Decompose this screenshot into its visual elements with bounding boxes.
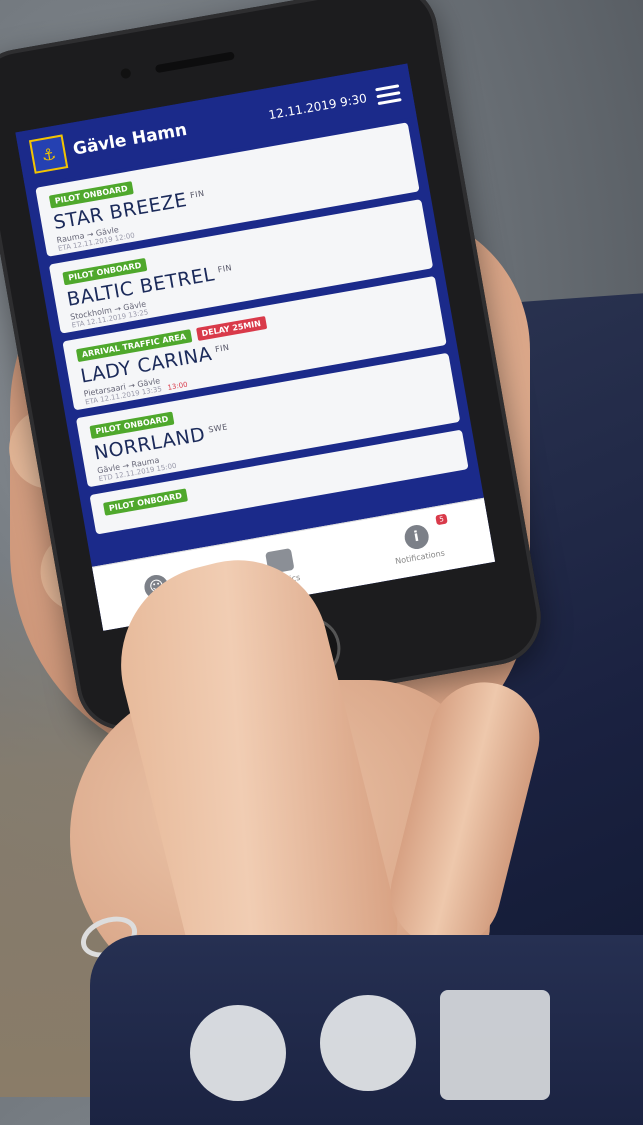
hamburger-menu-icon[interactable]	[375, 83, 402, 105]
tab-label: Notifications	[394, 547, 446, 566]
header-datetime: 12.11.2019 9:30	[267, 91, 368, 123]
sleeve-patch-2	[320, 995, 416, 1091]
sleeve-patch-3	[440, 990, 550, 1100]
info-icon: i	[402, 522, 431, 551]
anchor-icon: ⚓	[28, 134, 69, 174]
status-badge: PILOT ONBOARD	[103, 488, 188, 516]
vessel-flag: SWE	[207, 421, 229, 435]
tab-notifications[interactable]: i 5 Notifications	[390, 513, 448, 566]
notification-count-badge: 5	[435, 513, 448, 525]
header-right: 12.11.2019 9:30	[267, 83, 402, 124]
vessel-flag: FIN	[214, 342, 231, 354]
vessel-flag: FIN	[189, 188, 206, 200]
sleeve-patch-1	[190, 1005, 286, 1101]
app-name: Gävle Hamn	[71, 119, 189, 160]
vessel-list: PILOT ONBOARD STAR BREEZEFIN Rauma → Gäv…	[25, 117, 479, 541]
vessel-flag: FIN	[216, 262, 233, 275]
